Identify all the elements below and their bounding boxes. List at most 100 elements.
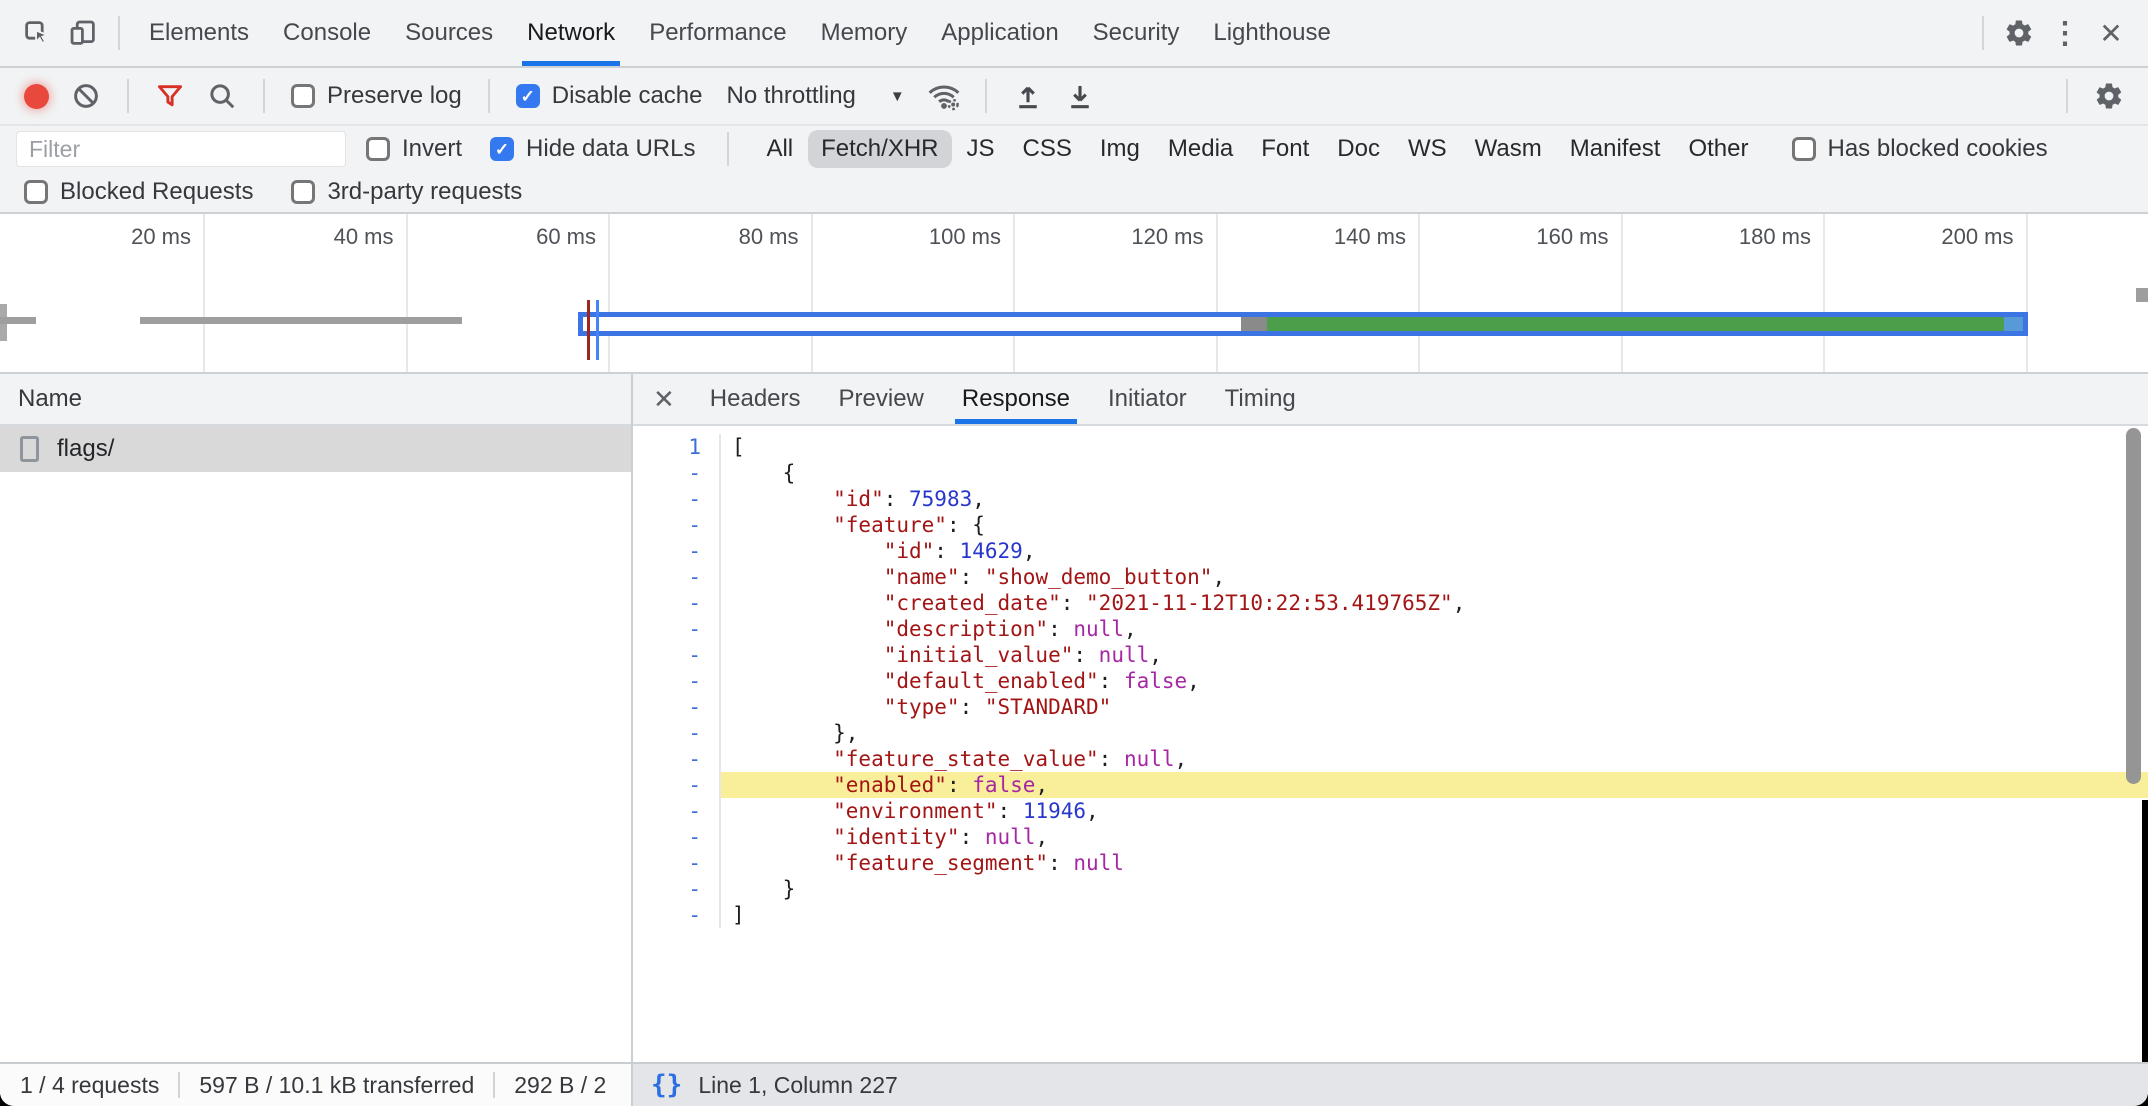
code-text: "created_date": "2021-11-12T10:22:53.419… (721, 590, 2148, 616)
blocked-requests-checkbox[interactable]: ✓ (24, 180, 48, 204)
close-devtools-icon[interactable]: ✕ (2088, 10, 2134, 56)
line-number: - (633, 746, 721, 772)
detail-tab-timing[interactable]: Timing (1206, 374, 1315, 424)
screen-edge-strip (2142, 800, 2148, 1062)
code-text: } (721, 876, 2148, 902)
inspect-element-icon[interactable] (14, 10, 60, 56)
tab-network[interactable]: Network (510, 0, 632, 66)
import-har-icon[interactable] (1005, 73, 1051, 119)
detail-tab-preview[interactable]: Preview (820, 374, 943, 424)
tab-elements[interactable]: Elements (132, 0, 266, 66)
tab-performance[interactable]: Performance (632, 0, 803, 66)
filter-funnel-icon[interactable] (147, 73, 193, 119)
tab-application[interactable]: Application (924, 0, 1075, 66)
timeline-gridline (406, 214, 408, 372)
timeline-tick-label: 140 ms (1266, 224, 1406, 250)
filter-pill-media[interactable]: Media (1155, 130, 1246, 168)
code-line: - "id": 75983, (633, 486, 2148, 512)
network-settings-gear-icon[interactable] (2086, 73, 2132, 119)
code-line: - "feature": { (633, 512, 2148, 538)
code-text: "name": "show_demo_button", (721, 564, 2148, 590)
tab-lighthouse[interactable]: Lighthouse (1196, 0, 1347, 66)
throttling-select[interactable]: No throttling ▼ (716, 82, 914, 110)
throttling-value: No throttling (726, 82, 855, 110)
tab-security[interactable]: Security (1076, 0, 1197, 66)
chevron-down-icon: ▼ (890, 88, 905, 105)
network-overview-timeline[interactable]: 20 ms40 ms60 ms80 ms100 ms120 ms140 ms16… (0, 214, 2148, 374)
device-toolbar-icon[interactable] (60, 10, 106, 56)
divider (178, 1072, 180, 1098)
has-blocked-cookies-checkbox[interactable]: ✓ (1792, 137, 1816, 161)
more-options-kebab-icon[interactable]: ⋮ (2042, 10, 2088, 56)
invert-label: Invert (402, 135, 462, 163)
vertical-scrollbar-thumb[interactable] (2126, 428, 2141, 784)
preserve-log-checkbox[interactable]: ✓ (291, 84, 315, 108)
tab-console[interactable]: Console (266, 0, 388, 66)
overview-request-bar (2136, 288, 2148, 302)
hide-data-urls-checkbox[interactable]: ✓ (490, 137, 514, 161)
filter-pill-img[interactable]: Img (1087, 130, 1153, 168)
code-line: - "feature_segment": null (633, 850, 2148, 876)
timeline-tick-label: 180 ms (1671, 224, 1811, 250)
filter-pill-all[interactable]: All (753, 130, 806, 168)
filter-pill-css[interactable]: CSS (1010, 130, 1085, 168)
line-number: - (633, 642, 721, 668)
invert-checkbox-row: ✓ Invert (358, 135, 470, 163)
line-number: - (633, 902, 721, 928)
code-text: "environment": 11946, (721, 798, 2148, 824)
search-icon[interactable] (199, 73, 245, 119)
code-text: "type": "STANDARD" (721, 694, 2148, 720)
request-name: flags/ (57, 435, 114, 463)
close-detail-icon[interactable]: ✕ (637, 384, 691, 415)
load-event-marker (587, 300, 590, 360)
detail-tab-response[interactable]: Response (943, 374, 1089, 424)
tab-sources[interactable]: Sources (388, 0, 510, 66)
settings-gear-icon[interactable] (1996, 10, 2042, 56)
panel-tabs: ElementsConsoleSourcesNetworkPerformance… (132, 0, 1348, 66)
code-text: "feature_segment": null (721, 850, 2148, 876)
clear-network-log-icon[interactable] (63, 73, 109, 119)
request-row-flags[interactable]: flags/ (0, 426, 631, 472)
code-line: - "id": 14629, (633, 538, 2148, 564)
filter-pill-ws[interactable]: WS (1395, 130, 1460, 168)
third-party-requests-checkbox[interactable]: ✓ (291, 180, 315, 204)
divider (985, 79, 987, 113)
filter-pill-doc[interactable]: Doc (1324, 130, 1393, 168)
export-har-icon[interactable] (1057, 73, 1103, 119)
load-event-marker (596, 300, 599, 360)
code-line: - "feature_state_value": null, (633, 746, 2148, 772)
line-number: - (633, 538, 721, 564)
divider (2066, 79, 2068, 113)
filter-pill-manifest[interactable]: Manifest (1557, 130, 1674, 168)
cursor-position-label: Line 1, Column 227 (698, 1072, 897, 1099)
filter-pill-fetch-xhr[interactable]: Fetch/XHR (808, 130, 951, 168)
name-column-header[interactable]: Name (0, 374, 631, 426)
status-bar: 1 / 4 requests597 B / 10.1 kB transferre… (0, 1062, 2148, 1106)
response-body-viewer[interactable]: 1[- {- "id": 75983,- "feature": {- "id":… (633, 426, 2148, 1062)
tab-memory[interactable]: Memory (804, 0, 925, 66)
divider (118, 16, 120, 50)
detail-tab-initiator[interactable]: Initiator (1089, 374, 1206, 424)
blocked-requests-label: Blocked Requests (60, 178, 253, 206)
filter-pill-js[interactable]: JS (954, 130, 1008, 168)
pretty-print-icon[interactable]: {} (651, 1070, 682, 1100)
timeline-gridline (1823, 214, 1825, 372)
network-toolbar: ✓ Preserve log ✓ Disable cache No thrott… (0, 68, 2148, 126)
invert-checkbox[interactable]: ✓ (366, 137, 390, 161)
divider (488, 79, 490, 113)
filter-pill-other[interactable]: Other (1675, 130, 1761, 168)
code-line: - "description": null, (633, 616, 2148, 642)
filter-pill-font[interactable]: Font (1248, 130, 1322, 168)
overview-request-bar (0, 317, 36, 324)
timeline-tick-label: 60 ms (456, 224, 596, 250)
disable-cache-checkbox[interactable]: ✓ (516, 84, 540, 108)
record-network-log-button[interactable] (24, 84, 49, 109)
timeline-tick-label: 200 ms (1874, 224, 2014, 250)
line-number: - (633, 616, 721, 642)
network-conditions-icon[interactable] (921, 73, 967, 119)
detail-tab-headers[interactable]: Headers (691, 374, 820, 424)
filter-pill-wasm[interactable]: Wasm (1462, 130, 1555, 168)
filter-input[interactable] (16, 131, 346, 167)
code-text: "id": 14629, (721, 538, 2148, 564)
overview-bar-segment (1241, 317, 1267, 331)
